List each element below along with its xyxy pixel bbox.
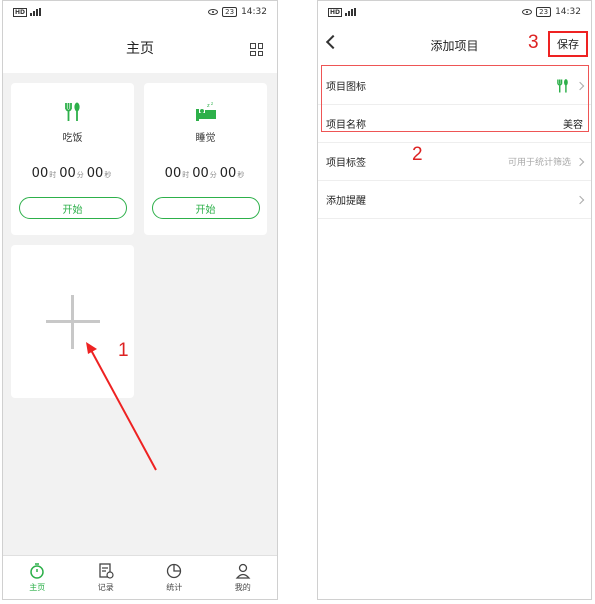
- save-button[interactable]: 保存: [548, 31, 588, 57]
- hd-badge: HD: [13, 7, 28, 17]
- card-name: 睡觉: [195, 133, 216, 144]
- tab-label: 记录: [97, 583, 114, 592]
- battery-indicator: 23: [222, 7, 238, 17]
- card-name: 吃饭: [62, 133, 83, 144]
- row-label: 项目名称: [326, 120, 366, 131]
- card-timer: 00 时 00 分 00 秒: [164, 166, 245, 181]
- bed-icon: z z: [195, 101, 216, 121]
- add-project-screen: HD 23 14:32 添加项目 保存 项目图标 项目名称 美容 项目标签 可用…: [317, 0, 592, 600]
- tab-label: 我的: [234, 583, 251, 592]
- row-label: 项目图标: [326, 82, 366, 93]
- record-icon: [99, 563, 114, 579]
- chevron-right-icon: [575, 195, 585, 204]
- start-button[interactable]: 开始: [18, 197, 127, 219]
- project-card-grid: 吃饭 00 时 00 分 00 秒 开始 z z 睡觉 00 时 00 分 00 秒: [3, 73, 277, 235]
- tab-profile[interactable]: 我的: [209, 556, 278, 599]
- chevron-right-icon: [575, 157, 585, 166]
- page-title: 主页: [126, 41, 154, 57]
- eye-icon: [208, 9, 219, 15]
- status-bar: HD 23 14:32: [3, 1, 277, 23]
- tab-statistics[interactable]: 统计: [140, 556, 209, 599]
- row-project-icon[interactable]: 项目图标: [318, 67, 591, 105]
- row-add-reminder[interactable]: 添加提醒: [318, 181, 591, 219]
- project-card-eat[interactable]: 吃饭 00 时 00 分 00 秒 开始: [11, 83, 134, 235]
- bottom-tab-bar: 主页 记录 统计 我的: [3, 555, 277, 599]
- home-screen: HD 23 14:32 主页 吃饭 00 时 00 分 00 秒 开始 z z …: [2, 0, 278, 600]
- project-name-value: 美容: [563, 120, 583, 131]
- svg-text:z: z: [211, 101, 213, 106]
- status-time: 14:32: [555, 7, 581, 17]
- add-project-button[interactable]: [11, 245, 134, 398]
- project-card-sleep[interactable]: z z 睡觉 00 时 00 分 00 秒 开始: [144, 83, 267, 235]
- svg-text:z: z: [207, 103, 210, 109]
- start-button[interactable]: 开始: [151, 197, 260, 219]
- hd-badge: HD: [328, 7, 343, 17]
- signal-icon: [30, 8, 42, 16]
- fork-knife-icon: [64, 102, 80, 121]
- eye-icon: [522, 9, 533, 15]
- status-time: 14:32: [241, 7, 267, 17]
- annotation-step-2: 2: [412, 144, 423, 165]
- row-label: 添加提醒: [326, 196, 366, 207]
- grid-layout-icon[interactable]: [250, 43, 263, 56]
- row-project-name[interactable]: 项目名称 美容: [318, 105, 591, 143]
- annotation-step-1: 1: [118, 340, 129, 361]
- user-icon: [235, 563, 251, 579]
- signal-icon: [345, 8, 357, 16]
- home-header: 主页: [3, 23, 277, 73]
- row-project-tag[interactable]: 项目标签 可用于统计筛选: [318, 143, 591, 181]
- tab-records[interactable]: 记录: [72, 556, 141, 599]
- annotation-step-3: 3: [528, 32, 539, 53]
- tab-label: 统计: [166, 583, 183, 592]
- nav-bar: 添加项目 保存: [318, 23, 591, 67]
- pie-chart-icon: [167, 563, 182, 579]
- battery-indicator: 23: [536, 7, 552, 17]
- tab-home[interactable]: 主页: [3, 556, 72, 599]
- card-timer: 00 时 00 分 00 秒: [31, 166, 112, 181]
- tab-label: 主页: [29, 583, 46, 592]
- row-label: 项目标签: [326, 158, 366, 169]
- tag-hint: 可用于统计筛选: [507, 158, 571, 168]
- chevron-right-icon: [575, 81, 585, 90]
- status-bar: HD 23 14:32: [318, 1, 591, 23]
- stopwatch-icon: [30, 563, 44, 579]
- fork-knife-icon: [557, 78, 568, 93]
